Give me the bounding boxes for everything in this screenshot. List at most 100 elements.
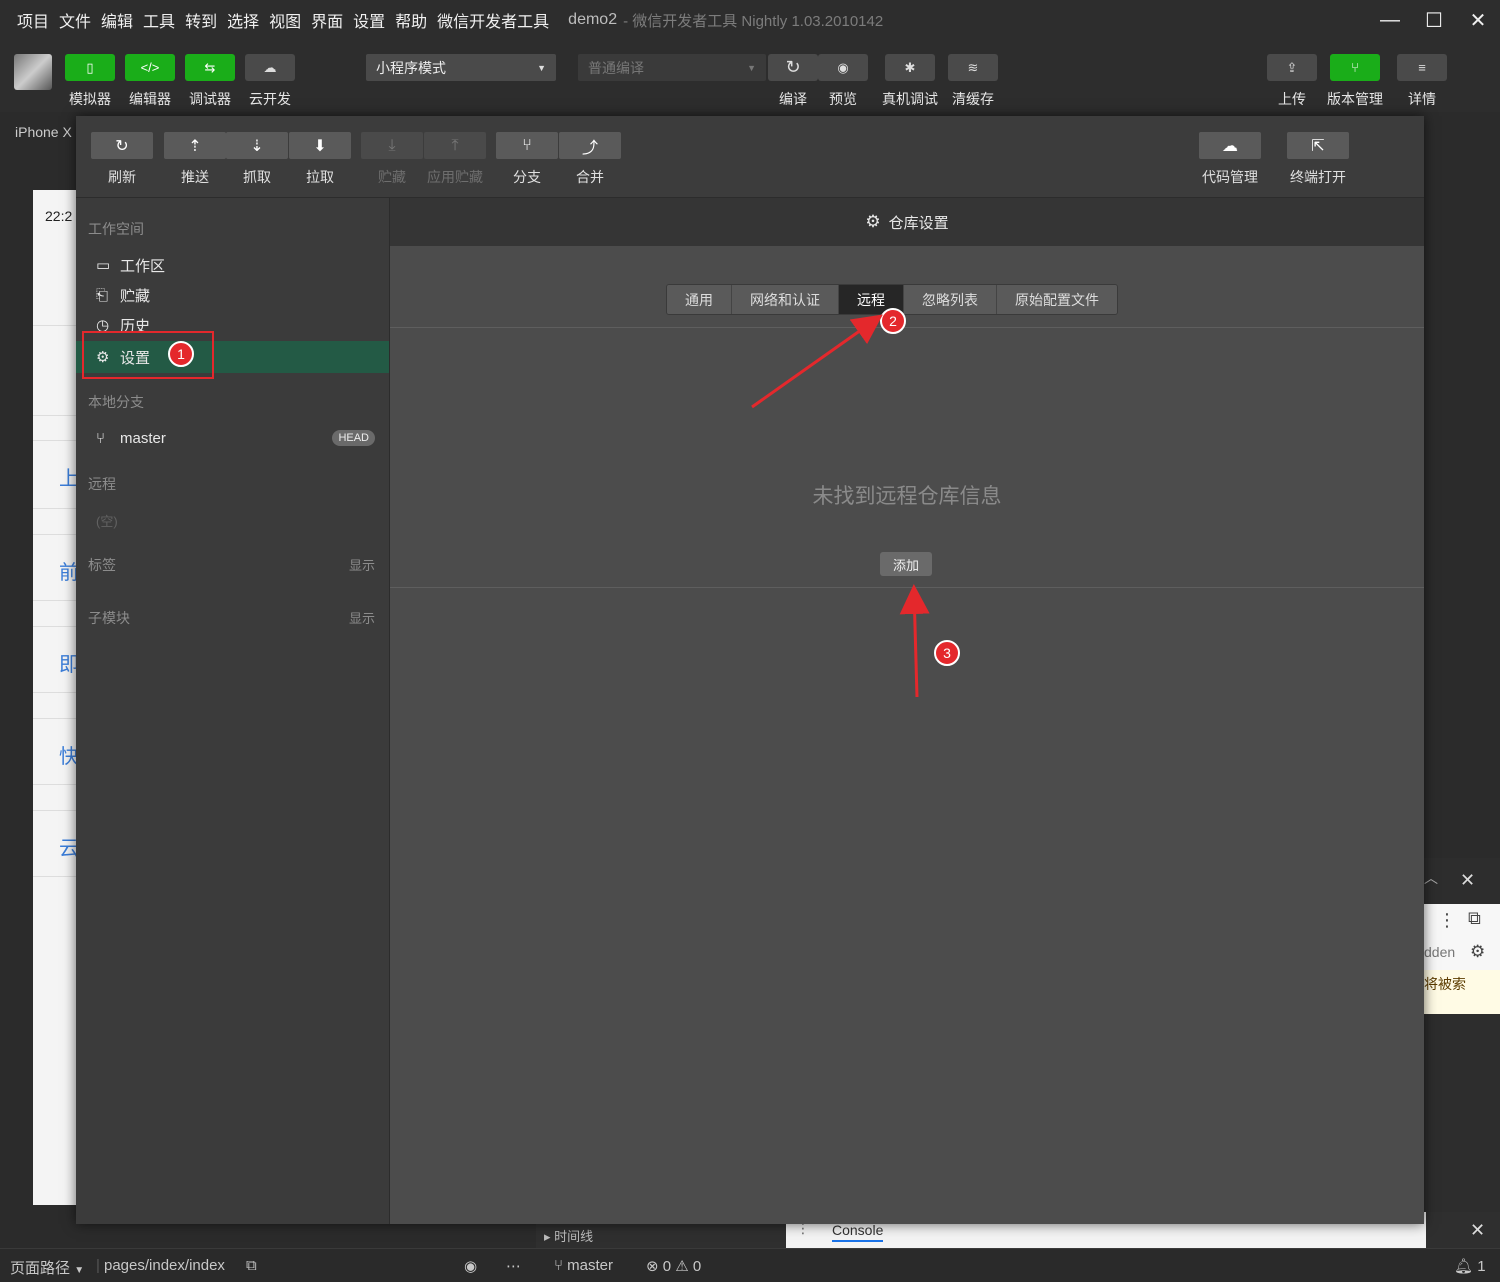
warning-icon: ⚠ <box>675 1258 693 1275</box>
workspace-section-title: 工作空间 <box>88 221 144 237</box>
close-icon[interactable]: ✕ <box>1460 870 1475 891</box>
menu-tools[interactable]: 工具 <box>143 8 175 32</box>
compile-mode-value: 普通编译 <box>588 59 644 76</box>
menu-settings[interactable]: 设置 <box>353 8 385 32</box>
fetch-button[interactable]: ⇣ 抓取 <box>226 132 288 187</box>
copy-icon[interactable]: ⧉ <box>246 1257 257 1274</box>
more-icon[interactable]: ⋯ <box>506 1257 521 1275</box>
menu-edit[interactable]: 编辑 <box>101 8 133 32</box>
cloud-dev-button[interactable]: ☁ 云开发 <box>245 54 295 109</box>
remote-debug-button[interactable]: ✱ 真机调试 <box>882 54 938 109</box>
branch-icon: ⑂ <box>496 132 558 159</box>
editor-button[interactable]: </> 编辑器 <box>125 54 175 109</box>
title-bar: 项目 文件 编辑 工具 转到 选择 视图 界面 设置 帮助 微信开发者工具 de… <box>0 0 1500 40</box>
dock-icon[interactable]: ⧉ <box>1468 908 1481 929</box>
stash-label: 贮藏 <box>378 169 406 185</box>
compile-mode-select[interactable]: 普通编译 ▼ <box>578 54 766 81</box>
submodules-show-toggle[interactable]: 显示 <box>349 608 375 627</box>
open-terminal-label: 终端打开 <box>1290 169 1346 185</box>
sidebar-item-worktree[interactable]: ▭ 工作区 <box>76 250 389 280</box>
version-management-dialog: ↻ 刷新 ⇡ 推送 ⇣ 抓取 ⬇ 拉取 ⤓ 贮藏 ⤒ 应用贮藏 ⑂ 分支 ⤴ 合 <box>76 116 1424 1224</box>
menu-project[interactable]: 项目 <box>17 8 49 32</box>
preview-label: 预览 <box>829 91 857 107</box>
menu-help[interactable]: 帮助 <box>395 8 427 32</box>
tab-ignore-list[interactable]: 忽略列表 <box>904 285 997 314</box>
tab-raw-config[interactable]: 原始配置文件 <box>997 285 1117 314</box>
upload-button[interactable]: ⇪ 上传 <box>1267 54 1317 109</box>
tags-section-title: 标签 <box>88 557 116 573</box>
menu-goto[interactable]: 转到 <box>185 8 217 32</box>
branch-item-master[interactable]: ⑂ master HEAD <box>76 423 389 453</box>
panel-title: 仓库设置 <box>888 214 949 232</box>
menu-file[interactable]: 文件 <box>59 8 91 32</box>
pull-button[interactable]: ⬇ 拉取 <box>289 132 351 187</box>
branch-indicator[interactable]: ⑂ master <box>554 1257 613 1274</box>
maximize-icon[interactable]: ☐ <box>1412 0 1456 40</box>
error-icon: ⊗ <box>646 1258 663 1275</box>
stash-button[interactable]: ⤓ 贮藏 <box>361 132 423 187</box>
avatar[interactable] <box>14 54 52 90</box>
merge-button[interactable]: ⤴ 合并 <box>559 132 621 187</box>
apply-stash-label: 应用贮藏 <box>427 169 483 185</box>
sidebar-item-label: 贮藏 <box>120 287 151 305</box>
timeline-toggle[interactable]: ▸ 时间线 <box>544 1226 593 1245</box>
clear-cache-button[interactable]: ≋ 清缓存 <box>948 54 998 109</box>
simulator-button[interactable]: ▯ 模拟器 <box>65 54 115 109</box>
tab-console[interactable]: Console <box>832 1222 884 1242</box>
timeline-label: 时间线 <box>554 1229 594 1244</box>
tab-network-auth[interactable]: 网络和认证 <box>732 285 839 314</box>
phone-icon: ▯ <box>65 54 115 81</box>
warning-text: 将被索 <box>1424 970 1500 1014</box>
menu-wechat-devtools[interactable]: 微信开发者工具 <box>437 8 549 32</box>
merge-label: 合并 <box>576 169 604 185</box>
push-button[interactable]: ⇡ 推送 <box>164 132 226 187</box>
remote-empty-text: (空) <box>96 514 118 529</box>
app-title: - 微信开发者工具 Nightly 1.03.2010142 <box>623 12 884 30</box>
project-name: demo2 <box>568 11 618 28</box>
details-label: 详情 <box>1408 91 1436 107</box>
sidebar-item-stash[interactable]: ⎗ 贮藏 <box>76 280 389 310</box>
problems-indicator[interactable]: ⊗ 0 ⚠ 0 <box>646 1257 701 1275</box>
tags-show-toggle[interactable]: 显示 <box>349 555 375 574</box>
device-selector[interactable]: iPhone X <box>15 124 72 140</box>
notifications[interactable]: 🔔︎ 1 <box>1454 1257 1486 1275</box>
bell-icon: 🔔︎ <box>1454 1258 1478 1275</box>
debugger-button[interactable]: ⇆ 调试器 <box>185 54 235 109</box>
external-link-icon: ⇱ <box>1287 132 1349 159</box>
menu-view[interactable]: 视图 <box>269 8 301 32</box>
preview-button[interactable]: ◉ 预览 <box>818 54 868 109</box>
branch-button[interactable]: ⑂ 分支 <box>496 132 558 187</box>
code-management-button[interactable]: ☁ 代码管理 <box>1199 132 1261 187</box>
chevron-up-icon[interactable]: ︿ <box>1424 868 1438 888</box>
details-button[interactable]: ≡ 详情 <box>1397 54 1447 109</box>
compile-button[interactable]: ↻ 编译 <box>768 54 818 109</box>
folder-icon: ▭ <box>96 257 111 274</box>
clear-cache-label: 清缓存 <box>952 91 994 107</box>
close-icon[interactable]: ✕ <box>1456 0 1500 40</box>
mode-select[interactable]: 小程序模式 ▼ <box>366 54 556 81</box>
git-toolbar: ↻ 刷新 ⇡ 推送 ⇣ 抓取 ⬇ 拉取 ⤓ 贮藏 ⤒ 应用贮藏 ⑂ 分支 ⤴ 合 <box>76 116 1424 198</box>
version-control-button[interactable]: ⑂ 版本管理 <box>1327 54 1383 109</box>
menu-bar: 项目 文件 编辑 工具 转到 选择 视图 界面 设置 帮助 微信开发者工具 <box>0 8 554 32</box>
merge-icon: ⤴ <box>559 132 621 159</box>
separator: | <box>96 1257 100 1274</box>
status-bar: 页面路径 ▼ | pages/index/index ⧉ ◉ ⋯ ⑂ maste… <box>0 1248 1500 1282</box>
menu-select[interactable]: 选择 <box>227 8 259 32</box>
gear-icon[interactable]: ⚙ <box>1470 942 1485 962</box>
error-count: 0 <box>662 1258 672 1275</box>
debugger-label: 调试器 <box>189 91 231 107</box>
branch-name: master <box>120 429 166 447</box>
page-path-selector[interactable]: 页面路径 ▼ <box>10 1257 84 1278</box>
apply-stash-button[interactable]: ⤒ 应用贮藏 <box>424 132 486 187</box>
add-remote-button[interactable]: 添加 <box>880 552 932 576</box>
more-icon[interactable]: ⋮ <box>1438 910 1456 931</box>
close-icon[interactable]: ✕ <box>1470 1220 1485 1241</box>
menu-interface[interactable]: 界面 <box>311 8 343 32</box>
filter-text: dden <box>1424 944 1456 960</box>
eye-icon[interactable]: ◉ <box>464 1257 477 1275</box>
open-terminal-button[interactable]: ⇱ 终端打开 <box>1287 132 1349 187</box>
tab-general[interactable]: 通用 <box>667 285 732 314</box>
minimize-icon[interactable]: — <box>1368 0 1412 40</box>
refresh-button[interactable]: ↻ 刷新 <box>91 132 153 187</box>
branch-name: master <box>567 1257 614 1274</box>
